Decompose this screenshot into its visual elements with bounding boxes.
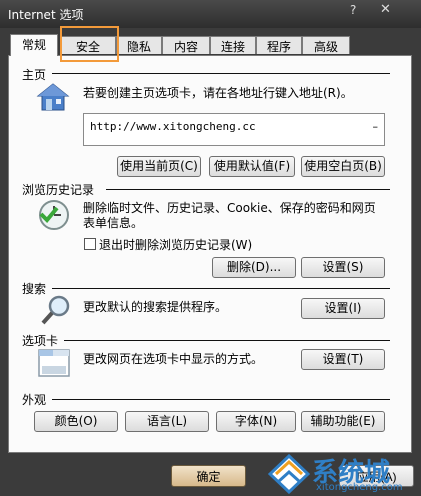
clock-history-icon [39, 200, 69, 230]
use-default-button[interactable]: 使用默认值(F) [209, 156, 295, 177]
accessibility-button[interactable]: 辅助功能(E) [301, 411, 385, 432]
magnifier-icon [41, 295, 70, 325]
languages-button[interactable]: 语言(L) [125, 411, 209, 432]
tab-connections[interactable]: 连接 [210, 36, 256, 54]
search-settings-button[interactable]: 设置(I) [301, 298, 385, 319]
tab-general[interactable]: 常规 [10, 34, 58, 56]
tab-privacy[interactable]: 隐私 [116, 36, 162, 54]
url-field-dash: – [372, 120, 379, 133]
tab-content[interactable]: 内容 [162, 36, 210, 54]
window-title: Internet 选项 [8, 8, 84, 22]
tab-advanced[interactable]: 高级 [302, 36, 350, 54]
fonts-button[interactable]: 字体(N) [216, 411, 296, 432]
use-current-button[interactable]: 使用当前页(C) [117, 156, 201, 177]
watermark-subtext: xitongcheng.com [316, 482, 403, 493]
tabs-section-divider [64, 340, 390, 341]
tabs-description: 更改网页在选项卡中显示的方式。 [83, 352, 264, 366]
title-bar: Internet 选项 ? ✕ [0, 0, 421, 28]
house-icon [36, 83, 70, 111]
tab-strip: 常规 安全 隐私 内容 连接 程序 高级 [10, 34, 410, 56]
history-description-line1: 删除临时文件、历史记录、Cookie、保存的密码和网页 [83, 201, 376, 215]
appearance-divider [52, 399, 390, 400]
history-description-line2: 表单信息。 [83, 216, 144, 230]
use-blank-button[interactable]: 使用空白页(B) [301, 156, 385, 177]
homepage-description: 若要创建主页选项卡，请在各地址行键入地址(R)。 [83, 86, 353, 100]
homepage-divider [52, 73, 390, 74]
appearance-label: 外观 [22, 393, 47, 407]
history-divider [106, 189, 390, 190]
history-settings-button[interactable]: 设置(S) [301, 257, 385, 278]
homepage-url-field[interactable]: http://www.xitongcheng.cc – [83, 113, 385, 146]
search-divider [52, 288, 390, 289]
homepage-label: 主页 [22, 68, 47, 82]
ok-button[interactable]: 确定 [171, 465, 246, 487]
tabs-window-icon [38, 349, 70, 377]
watermark-logo-icon [268, 454, 310, 494]
colors-button[interactable]: 颜色(O) [34, 411, 118, 432]
history-label: 浏览历史记录 [22, 183, 95, 197]
search-description: 更改默认的搜索提供程序。 [83, 300, 228, 314]
tab-programs[interactable]: 程序 [256, 36, 302, 54]
tabs-settings-button[interactable]: 设置(T) [301, 349, 385, 370]
delete-on-exit-checkbox[interactable] [84, 238, 96, 250]
delete-on-exit-label: 退出时删除浏览历史记录(W) [99, 238, 253, 252]
homepage-url: http://www.xitongcheng.cc [90, 120, 256, 133]
watermark: 系统城 xitongcheng.com [262, 452, 412, 496]
close-icon[interactable]: ✕ [380, 2, 391, 17]
delete-history-button[interactable]: 删除(D)... [212, 257, 296, 278]
help-icon[interactable]: ? [350, 3, 356, 17]
tab-security[interactable]: 安全 [60, 36, 116, 54]
